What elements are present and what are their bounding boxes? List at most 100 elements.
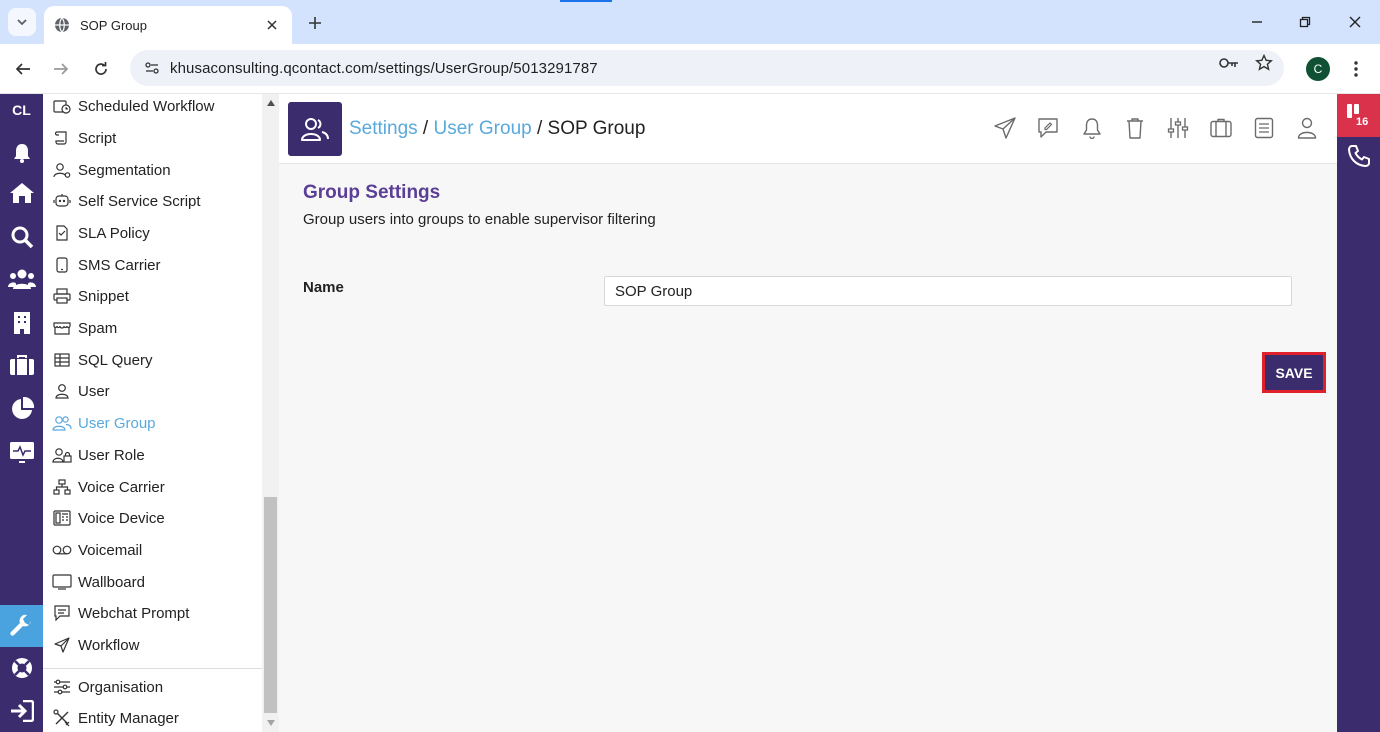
menu-item-self-service-script[interactable]: Self Service Script [52,187,201,215]
menu-item-label: Scheduled Workflow [78,97,215,115]
list-icon[interactable] [1252,116,1276,140]
menu-item-spam[interactable]: Spam [52,314,117,342]
page-header: Settings / User Group / SOP Group [279,94,1337,164]
browser-toolbar: khusaconsulting.qcontact.com/settings/Us… [0,44,1380,94]
scroll-up-arrow-icon[interactable] [265,98,276,108]
notification-count-badge: 16 [1354,116,1371,128]
browser-tab[interactable]: SOP Group [44,6,292,44]
menu-item-webchat-prompt[interactable]: Webchat Prompt [52,599,189,627]
menu-item-label: Snippet [78,287,129,305]
building-icon[interactable] [7,308,36,337]
password-key-icon[interactable] [1218,52,1240,74]
user-icon [52,381,72,401]
menu-divider [43,668,262,669]
voicemail-icon [52,540,72,560]
breadcrumb-current: SOP Group [547,118,646,139]
breadcrumb-settings[interactable]: Settings [349,118,418,139]
menu-item-organisation[interactable]: Organisation [52,673,163,701]
menu-item-user[interactable]: User [52,377,110,405]
entity-manager-icon [52,708,72,728]
save-button[interactable]: SAVE [1262,352,1326,393]
menu-item-workflow[interactable]: Workflow [52,631,139,659]
lifebuoy-icon[interactable] [7,653,36,682]
menu-item-label: SQL Query [78,351,153,369]
menu-item-label: Spam [78,319,118,337]
menu-item-label: Segmentation [78,161,171,179]
section-subtitle: Group users into groups to enable superv… [303,211,656,228]
close-window-icon[interactable] [1342,10,1368,34]
restore-icon[interactable] [1292,10,1318,34]
comment-icon[interactable] [1036,116,1060,140]
menu-item-label: Voicemail [78,541,143,559]
org-initials[interactable]: CL [0,102,43,118]
menu-item-sql-query[interactable]: SQL Query [52,346,152,374]
reload-icon[interactable] [88,56,114,82]
self-service-script-icon [52,191,72,211]
menu-item-label: User Group [78,414,156,432]
contacts-icon[interactable] [7,264,36,293]
monitor-icon[interactable] [7,437,36,466]
menu-item-scheduled-workflow[interactable]: Scheduled Workflow [52,94,214,120]
briefcase-outline-icon[interactable] [1209,116,1233,140]
trash-icon[interactable] [1123,116,1147,140]
person-icon[interactable] [1295,116,1319,140]
menu-item-sms-carrier[interactable]: SMS Carrier [52,251,161,279]
menu-item-label: Organisation [78,678,164,696]
menu-item-snippet[interactable]: Snippet [52,282,129,310]
menu-item-voice-carrier[interactable]: Voice Carrier [52,473,165,501]
profile-avatar[interactable]: C [1306,57,1330,81]
address-bar[interactable]: khusaconsulting.qcontact.com/settings/Us… [130,50,1284,86]
menu-item-sla-policy[interactable]: SLA Policy [52,219,150,247]
logout-icon[interactable] [7,696,36,725]
menu-item-script[interactable]: Script [52,124,116,152]
sql-query-icon [52,350,72,370]
forward-arrow-icon[interactable] [48,56,74,82]
menu-item-label: User [78,382,110,400]
bookmark-star-icon[interactable] [1253,52,1275,74]
menu-item-voice-device[interactable]: Voice Device [52,504,165,532]
menu-scrollbar[interactable] [262,94,279,732]
section-title: Group Settings [303,182,441,203]
bell-icon[interactable] [7,138,36,167]
menu-item-label: User Role [78,446,145,464]
menu-item-label: Webchat Prompt [78,604,190,622]
scheduled-workflow-icon [52,96,72,116]
browser-menu-icon[interactable] [1346,56,1366,82]
notifications-button[interactable]: 16 [1337,94,1380,137]
new-tab-plus-icon[interactable] [302,10,328,36]
name-input[interactable] [604,276,1292,306]
breadcrumb-separator: / [531,118,548,139]
menu-item-user-group[interactable]: User Group [52,409,156,437]
app-navigation-rail: CL [0,94,43,732]
url-text: khusaconsulting.qcontact.com/settings/Us… [170,59,598,77]
home-icon[interactable] [7,178,36,207]
sliders-icon[interactable] [1166,116,1190,140]
menu-item-user-role[interactable]: User Role [52,441,145,469]
close-tab-icon[interactable] [262,15,282,35]
back-arrow-icon[interactable] [10,56,36,82]
tab-title: SOP Group [80,17,147,33]
name-field-label: Name [303,279,344,296]
search-icon[interactable] [7,222,36,251]
breadcrumb-user-group[interactable]: User Group [434,118,532,139]
scroll-down-arrow-icon[interactable] [265,718,276,728]
scroll-thumb[interactable] [264,497,277,713]
menu-item-segmentation[interactable]: Segmentation [52,156,171,184]
tab-search-chevron-icon[interactable] [8,8,36,36]
wrench-icon[interactable] [7,611,36,640]
menu-item-entity-manager[interactable]: Entity Manager [52,704,179,732]
briefcase-icon[interactable] [7,350,36,379]
pie-chart-icon[interactable] [7,394,36,423]
site-settings-icon[interactable] [142,58,162,78]
minimize-icon[interactable] [1244,10,1270,34]
breadcrumb: Settings / User Group / SOP Group [349,118,645,140]
phone-icon[interactable] [1346,143,1372,169]
send-icon[interactable] [993,116,1017,140]
sms-carrier-icon [52,255,72,275]
settings-menu: Scheduled Workflow Script Segmentation S… [43,94,262,732]
menu-item-voicemail[interactable]: Voicemail [52,536,142,564]
bell-outline-icon[interactable] [1080,116,1104,140]
user-group-icon [52,413,72,433]
menu-item-wallboard[interactable]: Wallboard [52,568,145,596]
menu-item-label: Workflow [78,636,140,654]
